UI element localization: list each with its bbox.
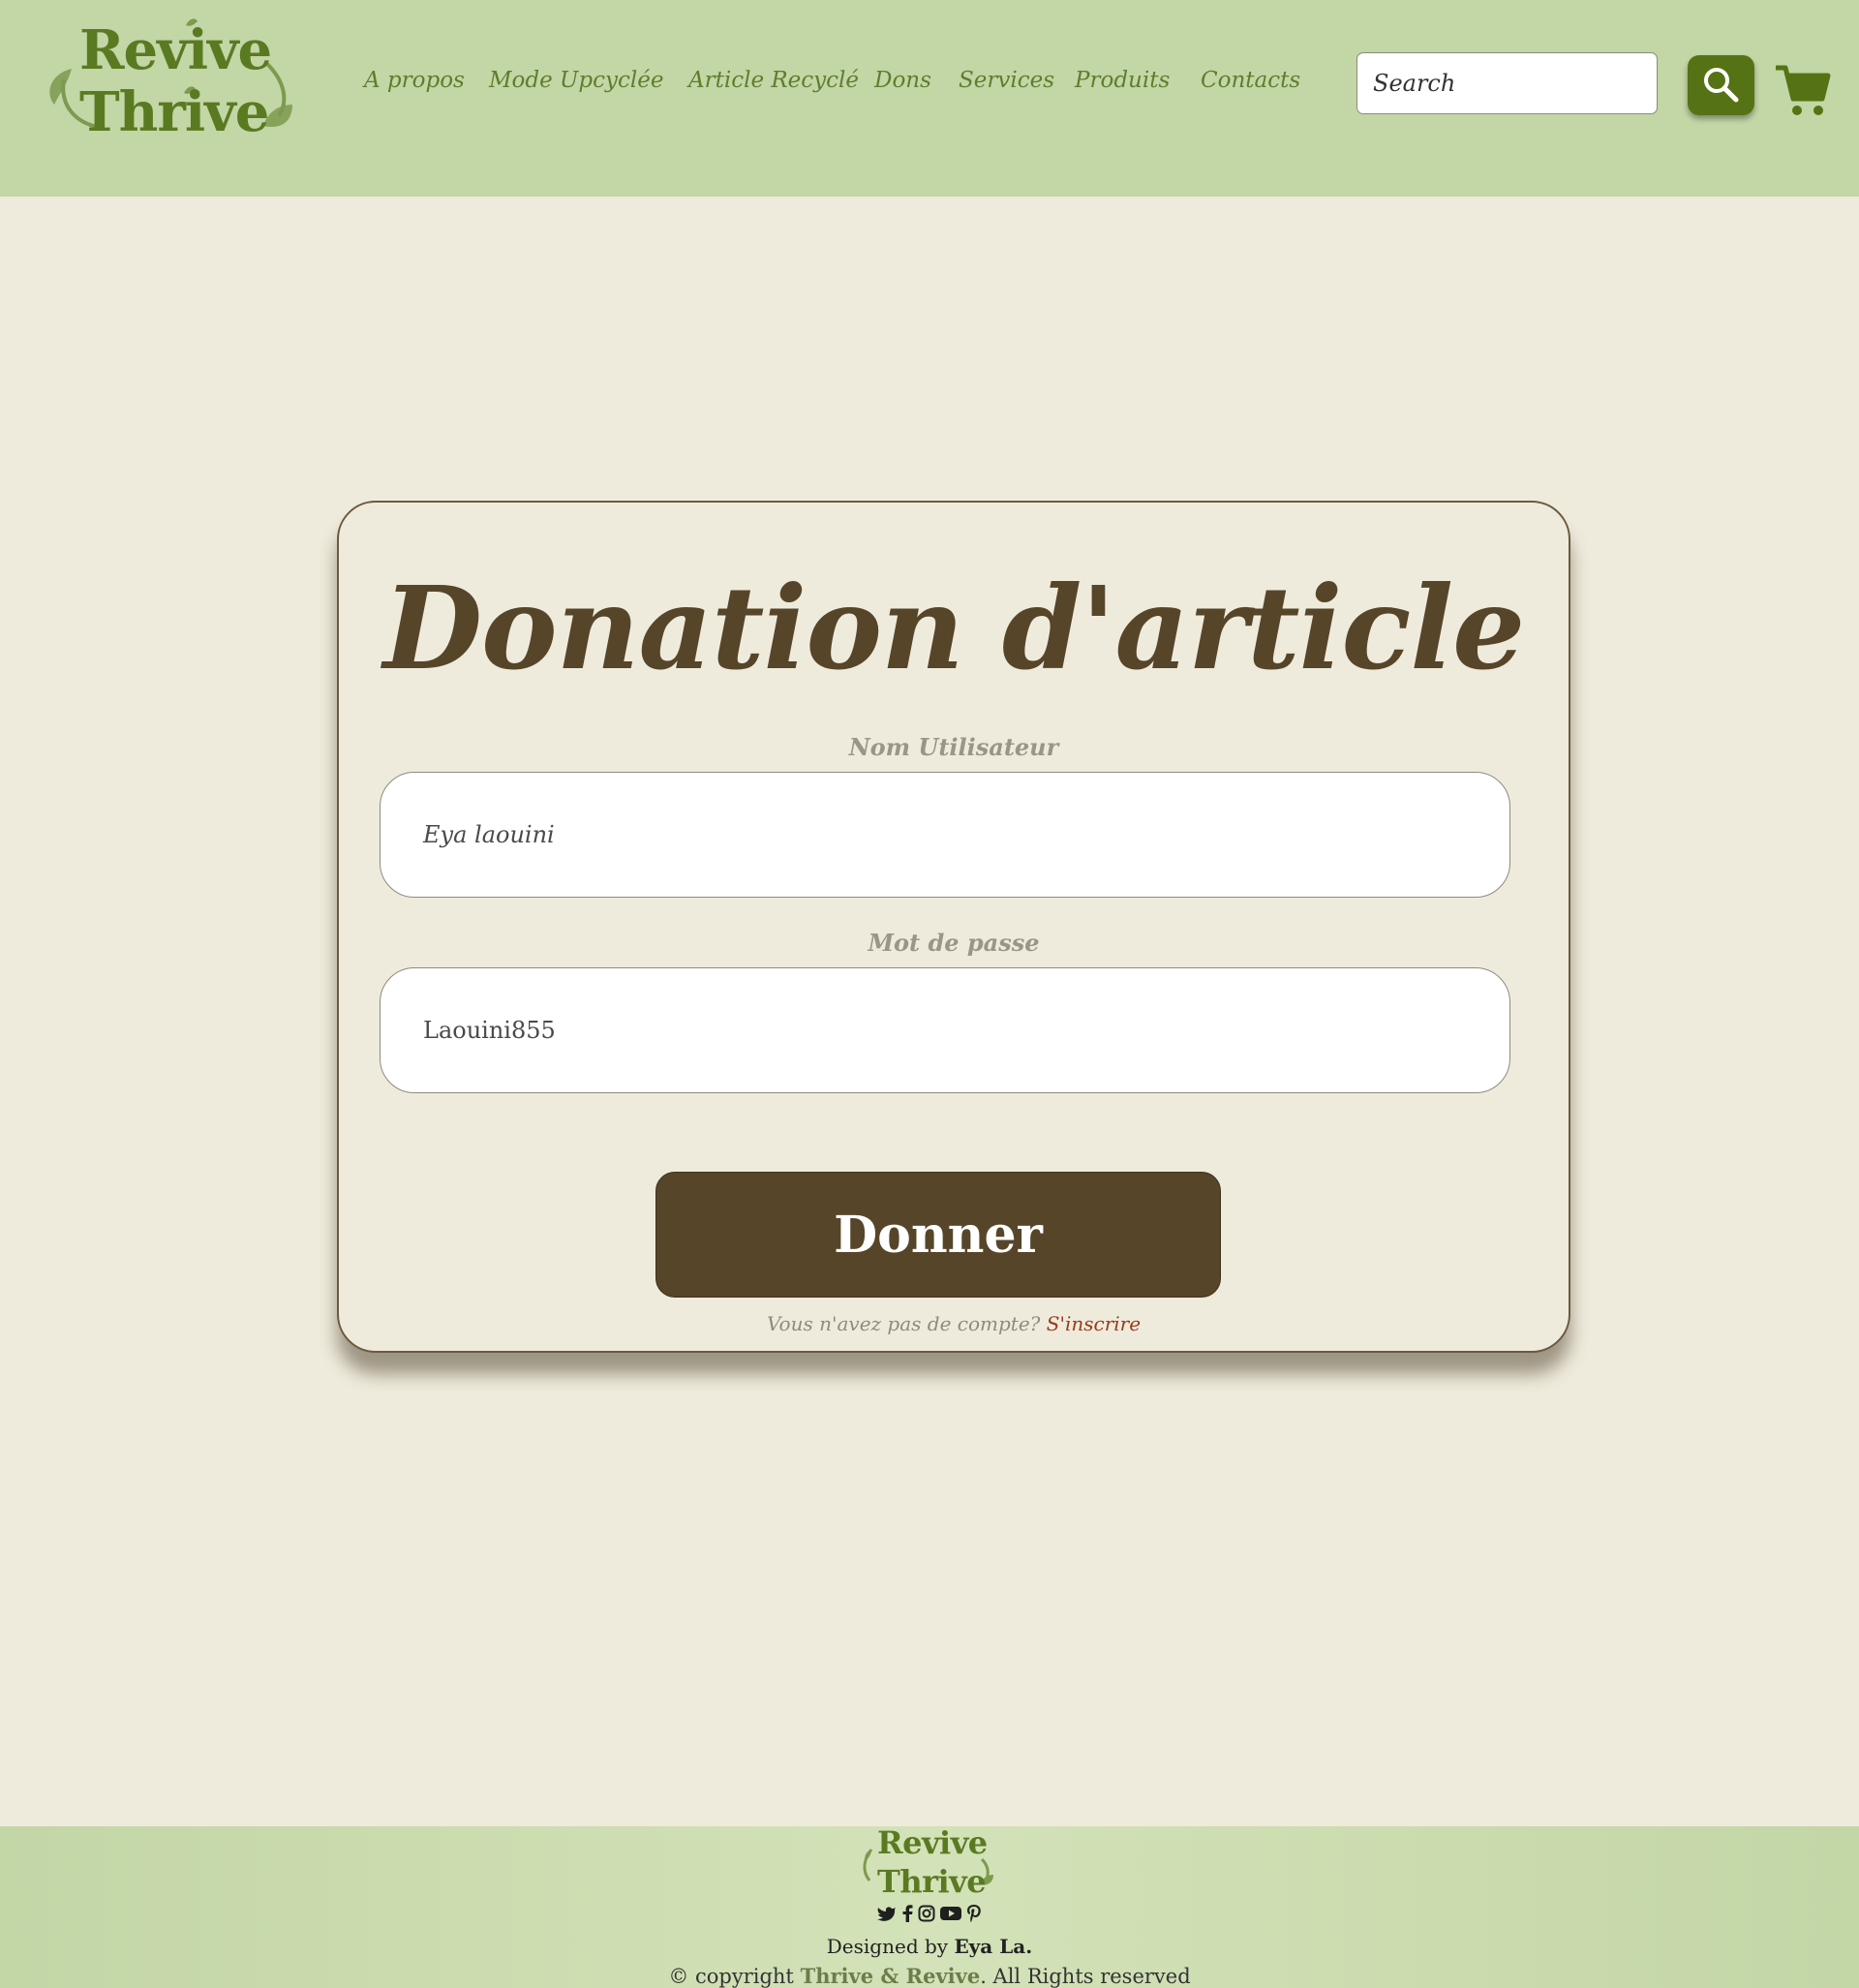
copyright: © copyright Thrive & Revive. All Rights … — [0, 1964, 1859, 1988]
logo-line-1: Revive — [79, 18, 272, 82]
password-value: Laouini855 — [423, 1017, 556, 1044]
logo-text: Revive Thrive — [79, 18, 272, 144]
copyright-prefix: © copyright — [668, 1965, 794, 1988]
password-field[interactable]: Laouini855 — [380, 967, 1510, 1093]
signup-prompt-text: Vous n'avez pas de compte? — [766, 1312, 1041, 1335]
facebook-icon[interactable] — [901, 1905, 913, 1922]
site-logo[interactable]: Revive Thrive — [43, 15, 296, 145]
nav-produits[interactable]: Produits — [1075, 68, 1170, 93]
page-title: Donation d'article — [382, 561, 1526, 695]
designed-by: Designed by Eya La. — [0, 1935, 1859, 1958]
nav-services[interactable]: Services — [959, 68, 1054, 93]
search-input-text: Search — [1373, 70, 1456, 97]
password-label: Mot de passe — [868, 929, 1040, 957]
footer-logo-line-2: Thrive — [877, 1863, 987, 1900]
magnifier-icon — [1703, 68, 1738, 103]
signup-prompt: Vous n'avez pas de compte? S'inscrire — [339, 1312, 1569, 1335]
instagram-icon[interactable] — [918, 1905, 935, 1922]
footer-logo-line-1: Revive — [877, 1824, 988, 1861]
donner-button[interactable]: Donner — [655, 1172, 1221, 1298]
nav-dons[interactable]: Dons — [874, 68, 931, 93]
username-value: Eya laouini — [423, 821, 555, 848]
nav-article-recycle[interactable]: Article Recyclé — [688, 68, 859, 93]
search-button[interactable] — [1688, 55, 1754, 115]
nav-contacts[interactable]: Contacts — [1201, 68, 1300, 93]
donation-card: Donation d'article Nom Utilisateur Eya l… — [337, 501, 1570, 1353]
twitter-icon[interactable] — [877, 1906, 897, 1921]
nav-mode-upcyclee[interactable]: Mode Upcyclée — [489, 68, 664, 93]
footer-logo-text: Revive Thrive — [877, 1823, 988, 1901]
signup-link[interactable]: S'inscrire — [1047, 1312, 1141, 1335]
footer-logo[interactable]: Revive Thrive — [858, 1823, 999, 1902]
designed-by-label: Designed by — [826, 1935, 949, 1958]
nav-a-propos[interactable]: A propos — [364, 68, 465, 93]
youtube-icon[interactable] — [940, 1906, 961, 1921]
pinterest-icon[interactable] — [966, 1904, 982, 1923]
username-field[interactable]: Eya laouini — [380, 772, 1510, 898]
cart-button[interactable] — [1774, 62, 1832, 118]
username-label: Nom Utilisateur — [848, 733, 1059, 761]
site-footer: Revive Thrive Designed by Eya La. © copy… — [0, 1823, 1859, 1988]
designer-name: Eya La. — [954, 1935, 1033, 1958]
shopping-cart-icon — [1776, 65, 1831, 115]
search-input[interactable]: Search — [1356, 52, 1658, 114]
copyright-suffix: . All Rights reserved — [980, 1965, 1191, 1988]
copyright-brand: Thrive & Revive — [800, 1964, 981, 1988]
social-links — [871, 1904, 988, 1923]
site-header: Revive Thrive A propos Mode Upcyclée Art… — [0, 0, 1859, 197]
logo-line-2: Thrive — [79, 80, 269, 144]
